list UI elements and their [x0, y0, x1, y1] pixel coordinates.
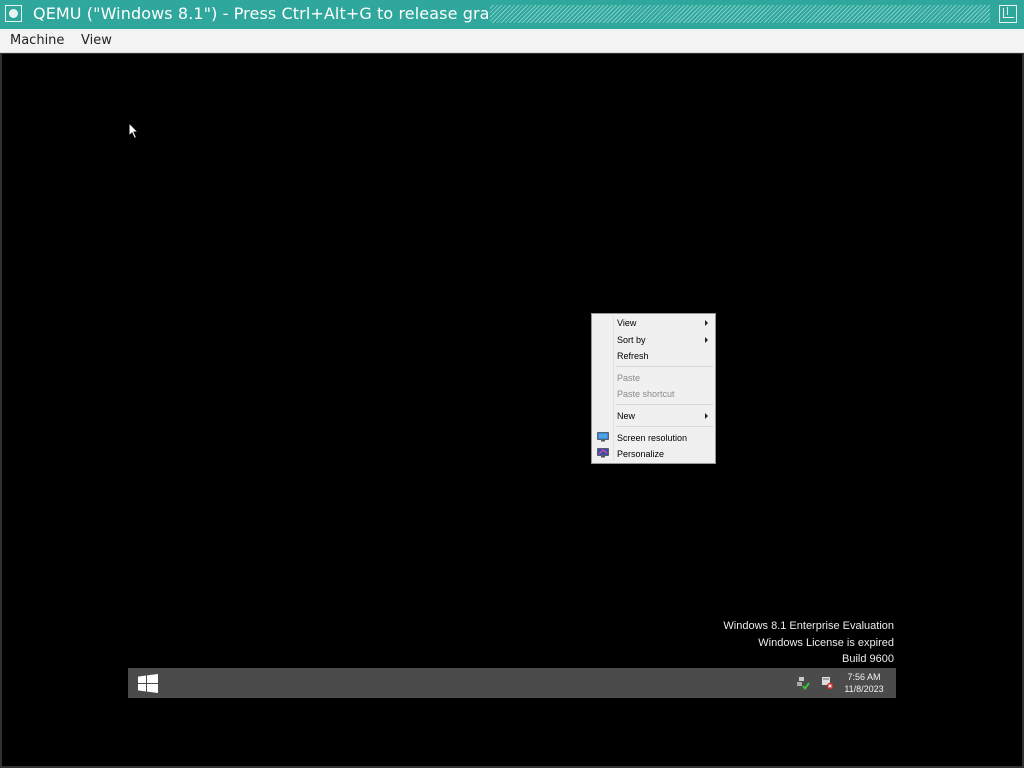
- context-item-sort-by[interactable]: Sort by: [617, 335, 646, 345]
- menu-gutter: [613, 316, 614, 461]
- submenu-arrow-icon: [705, 337, 708, 343]
- menu-view[interactable]: View: [81, 33, 112, 48]
- context-item-paste-shortcut: Paste shortcut: [617, 389, 675, 399]
- guest-desktop[interactable]: View Sort by Refresh Paste Paste shortcu…: [2, 54, 1022, 766]
- menu-machine[interactable]: Machine: [10, 33, 64, 48]
- desktop-context-menu: View Sort by Refresh Paste Paste shortcu…: [591, 313, 716, 464]
- window-title: QEMU ("Windows 8.1") - Press Ctrl+Alt+G …: [33, 4, 500, 23]
- context-item-paste: Paste: [617, 373, 641, 383]
- personalize-icon: [597, 448, 609, 458]
- clock-time: 7:56 AM: [847, 672, 881, 682]
- menu-separator: [616, 404, 713, 405]
- context-item-screen-resolution[interactable]: Screen resolution: [617, 433, 687, 443]
- submenu-arrow-icon: [705, 413, 708, 419]
- window-menu-icon[interactable]: [5, 5, 22, 22]
- menu-separator: [616, 426, 713, 427]
- menu-separator: [616, 366, 713, 367]
- submenu-arrow-icon: [705, 320, 708, 326]
- taskbar: 7:56 AM 11/8/2023: [128, 668, 896, 698]
- context-item-new[interactable]: New: [617, 411, 635, 421]
- context-item-refresh[interactable]: Refresh: [617, 351, 649, 361]
- mouse-cursor-icon: [128, 122, 140, 140]
- edition-watermark: Windows 8.1 Enterprise Evaluation: [723, 620, 894, 632]
- context-item-personalize[interactable]: Personalize: [617, 449, 664, 459]
- maximize-icon[interactable]: [999, 5, 1017, 23]
- action-center-icon[interactable]: [820, 676, 834, 690]
- title-bar: QEMU ("Windows 8.1") - Press Ctrl+Alt+G …: [0, 0, 1024, 29]
- network-icon[interactable]: [796, 676, 810, 690]
- context-item-view[interactable]: View: [617, 318, 636, 328]
- clock-date: 11/8/2023: [844, 684, 884, 694]
- taskbar-clock[interactable]: 7:56 AM 11/8/2023: [834, 671, 894, 695]
- display-icon: [597, 432, 609, 442]
- windows-logo-icon[interactable]: [138, 674, 158, 693]
- build-watermark: Build 9600: [842, 653, 894, 665]
- menu-bar: Machine View: [0, 29, 1024, 53]
- license-watermark: Windows License is expired: [758, 637, 894, 649]
- title-bar-drag-area[interactable]: [490, 5, 990, 23]
